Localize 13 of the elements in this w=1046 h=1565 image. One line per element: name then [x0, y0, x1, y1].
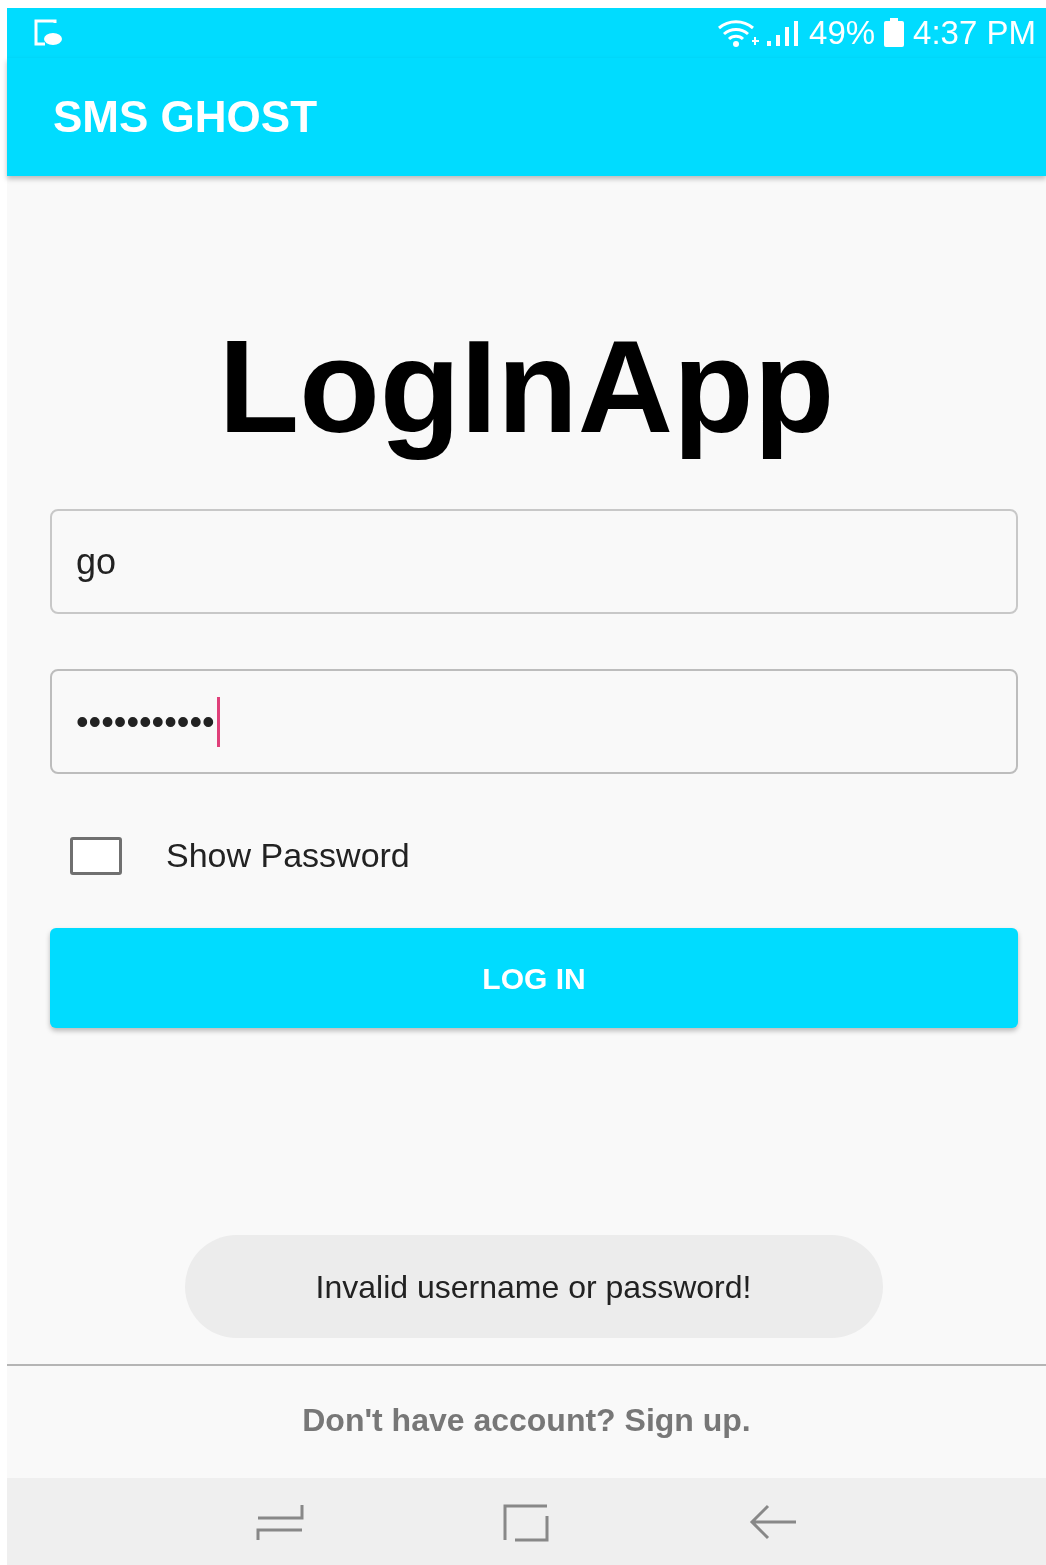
- password-field[interactable]: •••••••••••: [50, 669, 1018, 774]
- signup-link[interactable]: Don't have account? Sign up.: [302, 1396, 751, 1444]
- clock: 4:37 PM: [913, 13, 1036, 54]
- wifi-icon: [717, 19, 762, 47]
- toast-message: Invalid username or password!: [184, 1235, 883, 1338]
- screen-mirror-icon: [33, 19, 65, 47]
- app-title: SMS GHOST: [53, 91, 318, 143]
- battery-percent: 49%: [809, 13, 876, 54]
- checkbox-label: Show Password: [166, 835, 410, 876]
- app-heading: LogInApp: [218, 312, 835, 462]
- checkbox[interactable]: [70, 836, 122, 875]
- username-field[interactable]: go: [50, 509, 1018, 614]
- battery-icon: [883, 18, 906, 48]
